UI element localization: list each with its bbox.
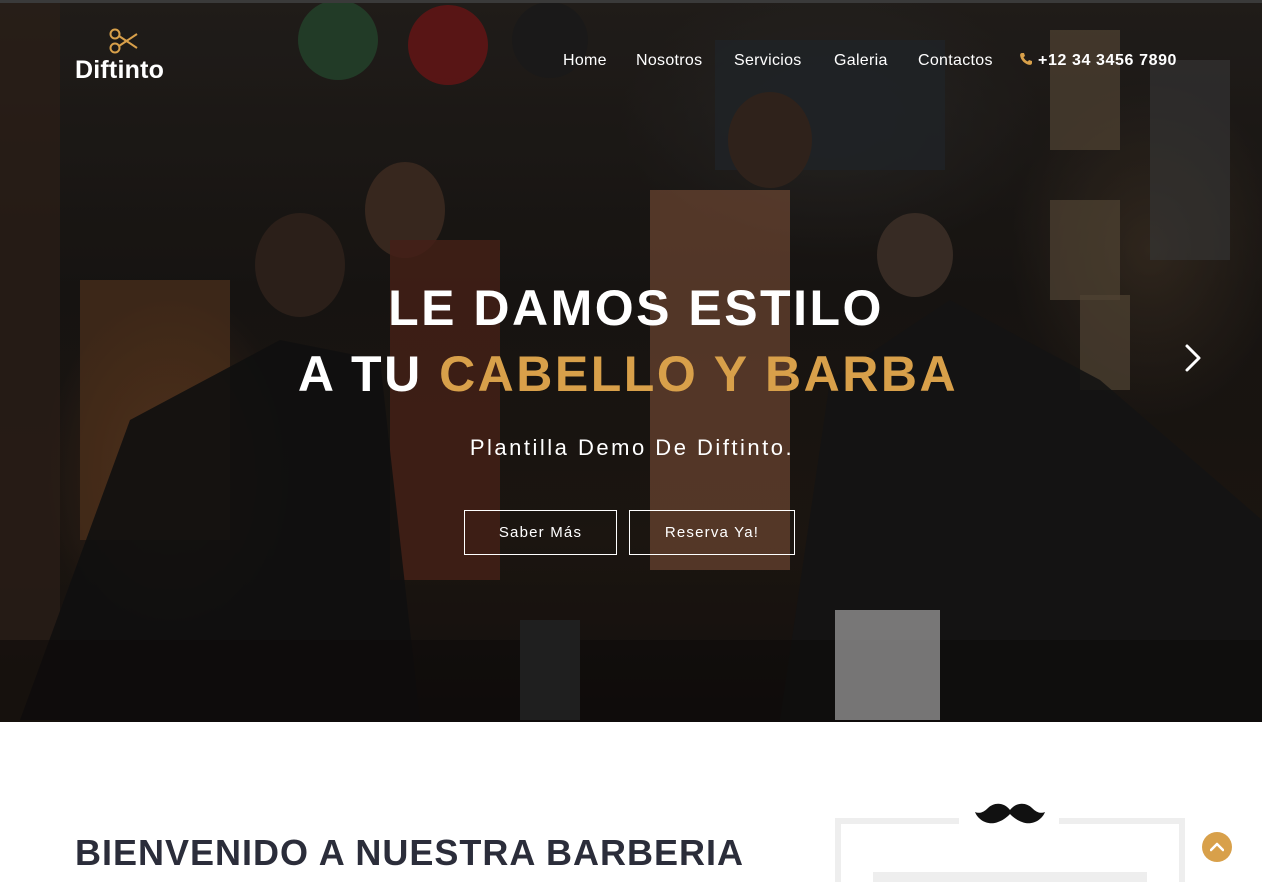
back-to-top-button[interactable] [1202, 832, 1232, 862]
hero-title-accent: CABELLO Y BARBA [439, 346, 959, 402]
welcome-title: BIENVENIDO A NUESTRA BARBERIA [75, 832, 745, 873]
phone-number: +12 34 3456 7890 [1038, 52, 1178, 69]
hero-subtitle: Plantilla Demo De Diftinto. [469, 435, 795, 460]
phone-icon [1020, 53, 1032, 65]
phone-contact[interactable]: +12 34 3456 7890 [1019, 52, 1177, 70]
scissors-icon [109, 28, 138, 54]
nav-item-nosotros[interactable]: Nosotros [636, 52, 702, 70]
hero-title-line2: A TU CABELLO Y BARBA [0, 345, 1259, 403]
book-now-button[interactable]: Reserva Ya! [629, 510, 795, 555]
nav-item-galeria[interactable]: Galeria [834, 52, 888, 70]
brand-logo[interactable]: Diftinto [75, 28, 185, 88]
nav-item-home[interactable]: Home [563, 52, 607, 70]
learn-more-button[interactable]: Saber Más [464, 510, 617, 555]
hero-title-line1: LE DAMOS ESTILO [388, 280, 884, 336]
chevron-up-icon [1210, 842, 1224, 852]
chevron-right-icon[interactable] [1183, 343, 1203, 373]
hero-title-prefix: A TU [297, 346, 440, 402]
mustache-icon [975, 803, 1045, 824]
frame-inner [873, 872, 1147, 882]
top-border [0, 0, 1262, 3]
brand-name: Diftinto [75, 56, 165, 84]
nav-item-contactos[interactable]: Contactos [918, 52, 993, 70]
nav-item-servicios[interactable]: Servicios [734, 52, 802, 70]
